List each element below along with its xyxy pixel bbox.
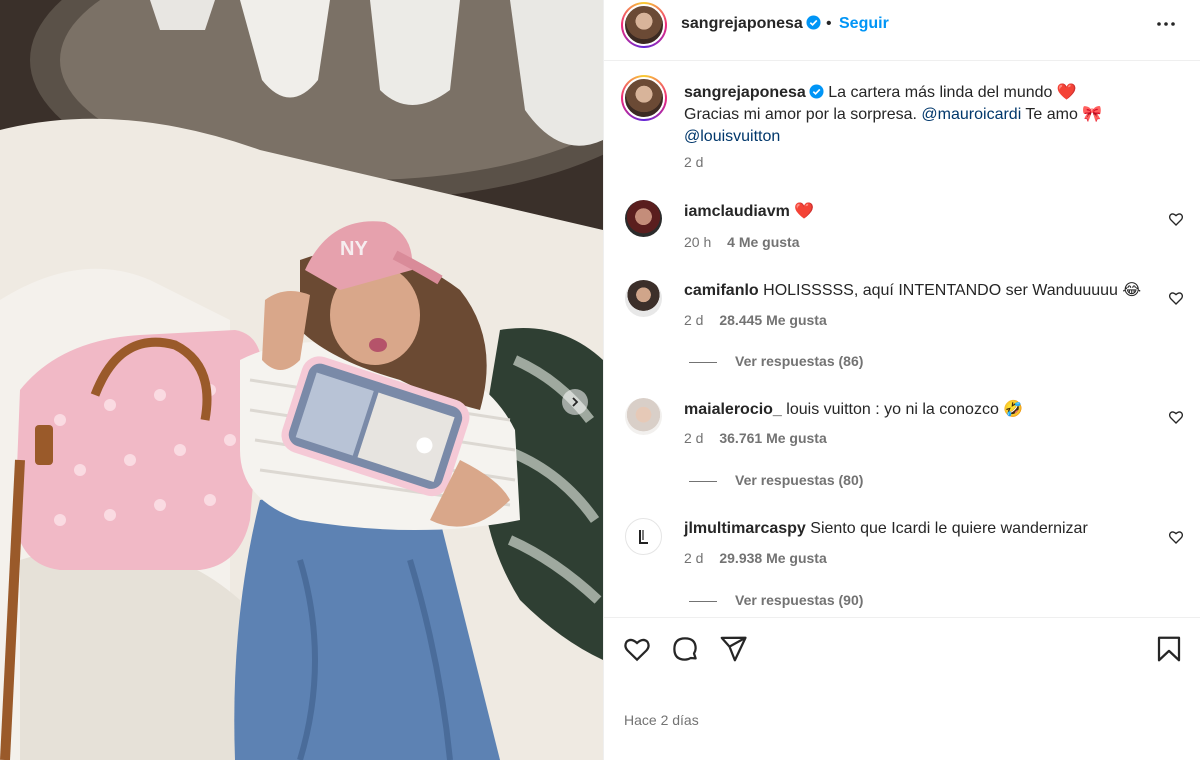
- follow-button[interactable]: Seguir: [839, 15, 889, 33]
- commenter-avatar[interactable]: [625, 398, 662, 435]
- comment-meta: 2 d 29.938 Me gusta: [684, 550, 839, 566]
- post-actions: Hace 2 días: [604, 617, 1200, 760]
- author-avatar[interactable]: [621, 2, 667, 48]
- commenter-avatar[interactable]: [625, 280, 662, 317]
- chevron-right-icon: [572, 397, 579, 407]
- caption-avatar[interactable]: [621, 75, 667, 121]
- comment-text: jlmultimarcaspy Siento que Icardi le qui…: [684, 518, 1154, 540]
- caption-text: sangrejaponesa La cartera más linda del …: [684, 82, 1174, 148]
- comment-emoji: 🤣: [1003, 401, 1024, 418]
- verified-badge-icon: [809, 84, 824, 99]
- comment-time[interactable]: 20 h: [684, 234, 711, 250]
- author-username-text[interactable]: sangrejaponesa: [681, 15, 803, 32]
- comment-icon[interactable]: [670, 634, 700, 664]
- heart-icon[interactable]: [1168, 529, 1184, 545]
- view-replies-label[interactable]: Ver respuestas (86): [735, 353, 863, 369]
- heart-icon[interactable]: [1168, 290, 1184, 306]
- commenter-username[interactable]: iamclaudiavm: [684, 203, 790, 220]
- comment-time[interactable]: 2 d: [684, 312, 703, 328]
- comment-meta: 2 d 36.761 Me gusta: [684, 430, 839, 446]
- post-date[interactable]: Hace 2 días: [624, 712, 699, 728]
- bow-emoji: 🎀: [1082, 106, 1103, 123]
- post-details-panel: sangrejaponesa • Seguir sangrejaponesa L…: [603, 0, 1200, 760]
- view-replies-label[interactable]: Ver respuestas (80): [735, 472, 863, 488]
- comment-text: maialerocio_ louis vuitton : yo ni la co…: [684, 399, 1154, 421]
- comment-likes[interactable]: 29.938 Me gusta: [719, 550, 826, 566]
- comment-emoji: 😂: [1122, 282, 1142, 299]
- share-icon[interactable]: [718, 634, 748, 664]
- comment-body: Siento que Icardi le quiere wandernizar: [810, 520, 1088, 537]
- commenter-username[interactable]: jlmultimarcaspy: [684, 520, 806, 537]
- brand-logo-icon: [638, 529, 648, 544]
- comment-body: louis vuitton : yo ni la conozco: [786, 401, 999, 418]
- caption-line2: Gracias mi amor por la sorpresa.: [684, 106, 917, 123]
- caption-time[interactable]: 2 d: [684, 154, 703, 170]
- comment-time[interactable]: 2 d: [684, 550, 703, 566]
- next-image-button[interactable]: [562, 389, 588, 415]
- replies-divider: [689, 600, 717, 602]
- commenter-username[interactable]: maialerocio_: [684, 401, 782, 418]
- caption-line1: La cartera más linda del mundo: [828, 84, 1053, 101]
- commenter-avatar[interactable]: [625, 200, 662, 237]
- comment-time[interactable]: 2 d: [684, 430, 703, 446]
- replies-divider: [689, 361, 717, 363]
- svg-text:NY: NY: [340, 238, 368, 260]
- view-replies-button[interactable]: Ver respuestas (80): [689, 472, 863, 488]
- post-header: sangrejaponesa • Seguir: [604, 0, 1200, 61]
- verified-badge-icon: [806, 15, 821, 30]
- post-image: NY: [0, 0, 603, 760]
- replies-divider: [689, 480, 717, 482]
- bookmark-icon[interactable]: [1154, 634, 1184, 664]
- comment-emoji: ❤️: [794, 203, 815, 220]
- comment-meta: 2 d 28.445 Me gusta: [684, 312, 839, 328]
- caption-line2-end: Te amo: [1025, 106, 1078, 123]
- view-replies-button[interactable]: Ver respuestas (86): [689, 353, 863, 369]
- comment-likes[interactable]: 36.761 Me gusta: [719, 430, 826, 446]
- author-username[interactable]: sangrejaponesa: [681, 15, 821, 33]
- view-replies-label[interactable]: Ver respuestas (90): [735, 592, 863, 608]
- comment-text: iamclaudiavm ❤️: [684, 201, 1154, 223]
- post-photo[interactable]: NY: [0, 0, 603, 760]
- commenter-avatar[interactable]: [625, 518, 662, 555]
- heart-icon[interactable]: [1168, 409, 1184, 425]
- comment-body: HOLISSSSS, aquí INTENTANDO ser Wanduuuuu: [763, 282, 1118, 299]
- comment-likes[interactable]: 28.445 Me gusta: [719, 312, 826, 328]
- heart-icon[interactable]: [1168, 211, 1184, 227]
- caption-username[interactable]: sangrejaponesa: [684, 84, 806, 101]
- comment-text: camifanlo HOLISSSSS, aquí INTENTANDO ser…: [684, 280, 1154, 302]
- commenter-username[interactable]: camifanlo: [684, 282, 759, 299]
- comment-likes[interactable]: 4 Me gusta: [727, 234, 799, 250]
- more-options-icon[interactable]: [1154, 12, 1178, 36]
- comment-meta: 20 h 4 Me gusta: [684, 234, 812, 250]
- mention-louisvuitton[interactable]: @louisvuitton: [684, 128, 780, 145]
- view-replies-button[interactable]: Ver respuestas (90): [689, 592, 863, 608]
- mention-mauroicardi[interactable]: @mauroicardi: [921, 106, 1021, 123]
- separator-dot: •: [826, 15, 832, 32]
- heart-icon[interactable]: [622, 634, 652, 664]
- heart-emoji: ❤️: [1056, 84, 1077, 101]
